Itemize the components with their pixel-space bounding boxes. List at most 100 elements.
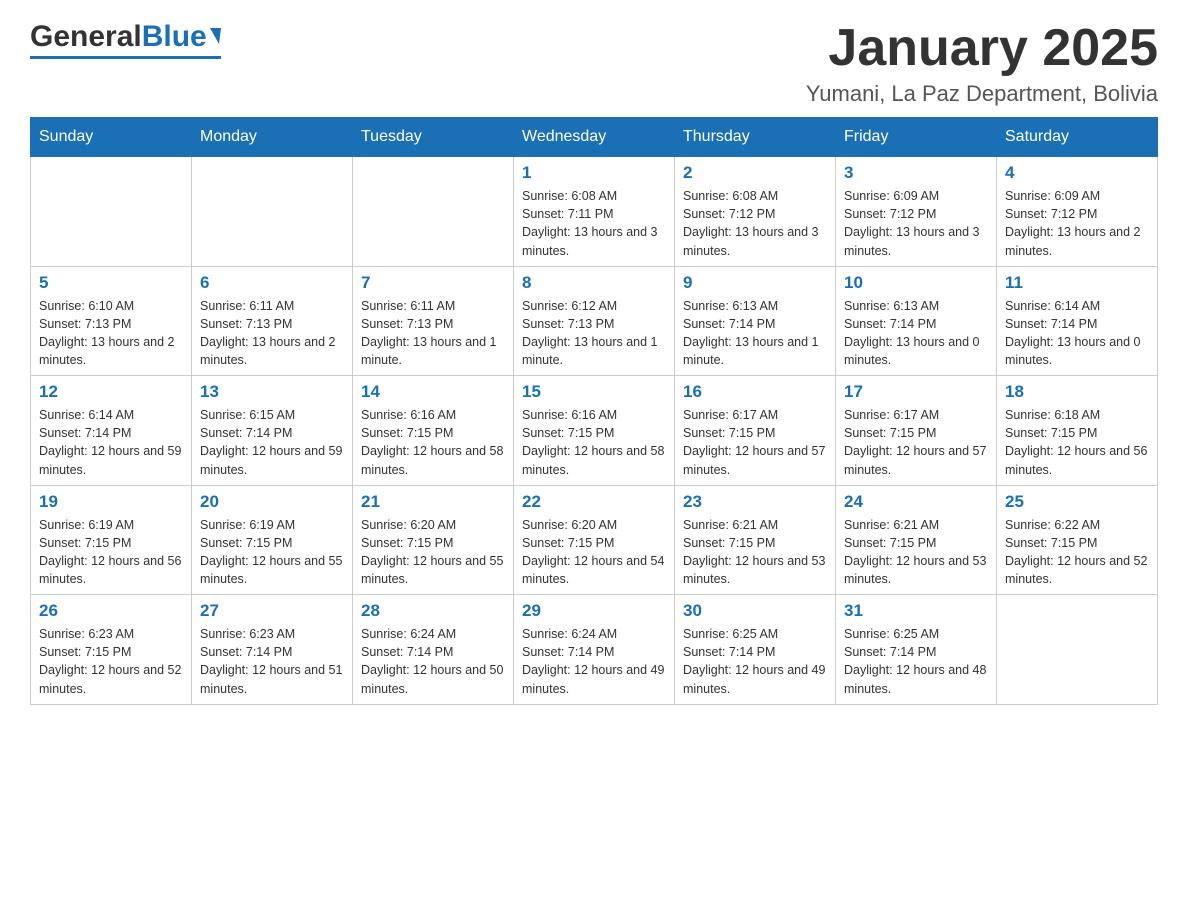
day-info: Sunrise: 6:19 AM Sunset: 7:15 PM Dayligh… (200, 516, 344, 589)
calendar-cell: 19 Sunrise: 6:19 AM Sunset: 7:15 PM Dayli… (31, 485, 192, 595)
day-number: 15 (522, 382, 666, 402)
month-title: January 2025 (806, 20, 1158, 77)
day-number: 31 (844, 601, 988, 621)
calendar-cell: 21Sunrise: 6:20 AM Sunset: 7:15 PM Dayli… (353, 485, 514, 595)
day-info: Sunrise: 6:19 AM Sunset: 7:15 PM Dayligh… (39, 516, 183, 589)
day-info: Sunrise: 6:23 AM Sunset: 7:14 PM Dayligh… (200, 625, 344, 698)
calendar-cell: 16Sunrise: 6:17 AM Sunset: 7:15 PM Dayli… (675, 376, 836, 486)
week-row-0: 1 Sunrise: 6:08 AM Sunset: 7:11 PM Daylig… (31, 157, 1158, 267)
day-info: Sunrise: 6:16 AM Sunset: 7:15 PM Dayligh… (522, 406, 666, 479)
calendar-cell: 26 Sunrise: 6:23 AM Sunset: 7:15 PM Dayli… (31, 595, 192, 705)
calendar-cell: 24 Sunrise: 6:21 AM Sunset: 7:15 PM Dayli… (836, 485, 997, 595)
calendar-cell: 22 Sunrise: 6:20 AM Sunset: 7:15 PM Dayli… (514, 485, 675, 595)
calendar-cell: 23 Sunrise: 6:21 AM Sunset: 7:15 PM Dayli… (675, 485, 836, 595)
day-number: 25 (1005, 492, 1149, 512)
day-info: Sunrise: 6:22 AM Sunset: 7:15 PM Dayligh… (1005, 516, 1149, 589)
calendar-cell: 20 Sunrise: 6:19 AM Sunset: 7:15 PM Dayli… (192, 485, 353, 595)
day-number: 9 (683, 273, 827, 293)
week-row-4: 26 Sunrise: 6:23 AM Sunset: 7:15 PM Dayli… (31, 595, 1158, 705)
day-number: 17 (844, 382, 988, 402)
day-number: 8 (522, 273, 666, 293)
calendar: SundayMondayTuesdayWednesdayThursdayFrid… (30, 117, 1158, 705)
calendar-cell (192, 157, 353, 267)
col-header-monday: Monday (192, 118, 353, 157)
day-info: Sunrise: 6:13 AM Sunset: 7:14 PM Dayligh… (844, 297, 988, 370)
calendar-body: 1 Sunrise: 6:08 AM Sunset: 7:11 PM Daylig… (31, 157, 1158, 705)
day-info: Sunrise: 6:15 AM Sunset: 7:14 PM Dayligh… (200, 406, 344, 479)
day-info: Sunrise: 6:17 AM Sunset: 7:15 PM Dayligh… (844, 406, 988, 479)
day-number: 30 (683, 601, 827, 621)
calendar-cell: 9 Sunrise: 6:13 AM Sunset: 7:14 PM Daylig… (675, 266, 836, 376)
day-number: 5 (39, 273, 183, 293)
day-info: Sunrise: 6:11 AM Sunset: 7:13 PM Dayligh… (361, 297, 505, 370)
title-area: January 2025 Yumani, La Paz Department, … (806, 20, 1158, 107)
week-row-3: 19 Sunrise: 6:19 AM Sunset: 7:15 PM Dayli… (31, 485, 1158, 595)
calendar-cell: 17 Sunrise: 6:17 AM Sunset: 7:15 PM Dayli… (836, 376, 997, 486)
day-info: Sunrise: 6:25 AM Sunset: 7:14 PM Dayligh… (683, 625, 827, 698)
calendar-cell (353, 157, 514, 267)
day-number: 28 (361, 601, 505, 621)
day-number: 12 (39, 382, 183, 402)
week-row-1: 5 Sunrise: 6:10 AM Sunset: 7:13 PM Daylig… (31, 266, 1158, 376)
day-info: Sunrise: 6:12 AM Sunset: 7:13 PM Dayligh… (522, 297, 666, 370)
calendar-cell: 13Sunrise: 6:15 AM Sunset: 7:14 PM Dayli… (192, 376, 353, 486)
day-info: Sunrise: 6:16 AM Sunset: 7:15 PM Dayligh… (361, 406, 505, 479)
calendar-cell (997, 595, 1158, 705)
day-number: 1 (522, 163, 666, 183)
col-header-thursday: Thursday (675, 118, 836, 157)
day-number: 27 (200, 601, 344, 621)
calendar-cell: 25 Sunrise: 6:22 AM Sunset: 7:15 PM Dayli… (997, 485, 1158, 595)
calendar-cell: 18Sunrise: 6:18 AM Sunset: 7:15 PM Dayli… (997, 376, 1158, 486)
day-number: 19 (39, 492, 183, 512)
day-info: Sunrise: 6:24 AM Sunset: 7:14 PM Dayligh… (522, 625, 666, 698)
day-info: Sunrise: 6:10 AM Sunset: 7:13 PM Dayligh… (39, 297, 183, 370)
day-info: Sunrise: 6:20 AM Sunset: 7:15 PM Dayligh… (522, 516, 666, 589)
day-number: 3 (844, 163, 988, 183)
calendar-cell: 31 Sunrise: 6:25 AM Sunset: 7:14 PM Dayli… (836, 595, 997, 705)
calendar-cell: 29 Sunrise: 6:24 AM Sunset: 7:14 PM Dayli… (514, 595, 675, 705)
header: GeneralBlue January 2025 Yumani, La Paz … (30, 20, 1158, 107)
week-row-2: 12 Sunrise: 6:14 AM Sunset: 7:14 PM Dayli… (31, 376, 1158, 486)
location-title: Yumani, La Paz Department, Bolivia (806, 81, 1158, 107)
calendar-cell: 14 Sunrise: 6:16 AM Sunset: 7:15 PM Dayli… (353, 376, 514, 486)
day-number: 20 (200, 492, 344, 512)
calendar-cell: 30 Sunrise: 6:25 AM Sunset: 7:14 PM Dayli… (675, 595, 836, 705)
logo-triangle-icon (210, 28, 221, 44)
day-info: Sunrise: 6:13 AM Sunset: 7:14 PM Dayligh… (683, 297, 827, 370)
day-number: 6 (200, 273, 344, 293)
day-number: 7 (361, 273, 505, 293)
day-info: Sunrise: 6:09 AM Sunset: 7:12 PM Dayligh… (844, 187, 988, 260)
logo: GeneralBlue (30, 20, 221, 59)
col-header-wednesday: Wednesday (514, 118, 675, 157)
calendar-cell: 1 Sunrise: 6:08 AM Sunset: 7:11 PM Daylig… (514, 157, 675, 267)
day-number: 24 (844, 492, 988, 512)
day-number: 23 (683, 492, 827, 512)
day-info: Sunrise: 6:18 AM Sunset: 7:15 PM Dayligh… (1005, 406, 1149, 479)
day-info: Sunrise: 6:21 AM Sunset: 7:15 PM Dayligh… (844, 516, 988, 589)
calendar-cell: 3 Sunrise: 6:09 AM Sunset: 7:12 PM Daylig… (836, 157, 997, 267)
day-number: 16 (683, 382, 827, 402)
day-number: 22 (522, 492, 666, 512)
day-number: 29 (522, 601, 666, 621)
calendar-cell: 15 Sunrise: 6:16 AM Sunset: 7:15 PM Dayli… (514, 376, 675, 486)
calendar-cell: 6Sunrise: 6:11 AM Sunset: 7:13 PM Daylig… (192, 266, 353, 376)
calendar-cell: 5 Sunrise: 6:10 AM Sunset: 7:13 PM Daylig… (31, 266, 192, 376)
day-number: 2 (683, 163, 827, 183)
day-info: Sunrise: 6:21 AM Sunset: 7:15 PM Dayligh… (683, 516, 827, 589)
day-info: Sunrise: 6:25 AM Sunset: 7:14 PM Dayligh… (844, 625, 988, 698)
header-row: SundayMondayTuesdayWednesdayThursdayFrid… (31, 118, 1158, 157)
col-header-saturday: Saturday (997, 118, 1158, 157)
day-info: Sunrise: 6:20 AM Sunset: 7:15 PM Dayligh… (361, 516, 505, 589)
logo-blue-text: Blue (142, 20, 207, 53)
day-info: Sunrise: 6:09 AM Sunset: 7:12 PM Dayligh… (1005, 187, 1149, 260)
day-info: Sunrise: 6:08 AM Sunset: 7:12 PM Dayligh… (683, 187, 827, 260)
calendar-cell: 27 Sunrise: 6:23 AM Sunset: 7:14 PM Dayli… (192, 595, 353, 705)
day-info: Sunrise: 6:14 AM Sunset: 7:14 PM Dayligh… (39, 406, 183, 479)
day-info: Sunrise: 6:08 AM Sunset: 7:11 PM Dayligh… (522, 187, 666, 260)
day-number: 14 (361, 382, 505, 402)
day-number: 26 (39, 601, 183, 621)
calendar-cell: 4Sunrise: 6:09 AM Sunset: 7:12 PM Daylig… (997, 157, 1158, 267)
day-info: Sunrise: 6:23 AM Sunset: 7:15 PM Dayligh… (39, 625, 183, 698)
calendar-header: SundayMondayTuesdayWednesdayThursdayFrid… (31, 118, 1158, 157)
day-info: Sunrise: 6:14 AM Sunset: 7:14 PM Dayligh… (1005, 297, 1149, 370)
